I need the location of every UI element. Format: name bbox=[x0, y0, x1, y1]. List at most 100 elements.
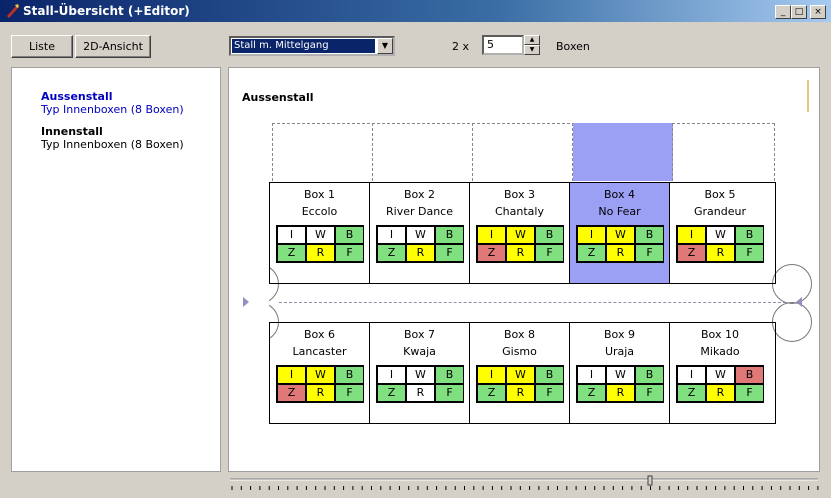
status-cell[interactable]: I bbox=[377, 366, 406, 384]
empty-slot[interactable] bbox=[473, 123, 573, 181]
status-cell[interactable]: I bbox=[677, 366, 706, 384]
status-cell[interactable]: W bbox=[406, 226, 435, 244]
status-cell[interactable]: Z bbox=[477, 384, 506, 402]
stall-box[interactable]: Box 5 Grandeur I W B Z R F bbox=[670, 183, 770, 283]
status-cell[interactable]: R bbox=[506, 384, 535, 402]
status-cell[interactable]: Z bbox=[277, 384, 306, 402]
empty-slot-selected[interactable] bbox=[573, 123, 673, 181]
status-cell[interactable]: W bbox=[306, 366, 335, 384]
status-cell[interactable]: F bbox=[535, 384, 564, 402]
status-cell[interactable]: W bbox=[406, 366, 435, 384]
horizontal-slider[interactable] bbox=[228, 474, 820, 494]
entrance-arrow-icon bbox=[796, 297, 802, 307]
status-cell[interactable]: F bbox=[435, 244, 464, 262]
status-cell[interactable]: R bbox=[606, 244, 635, 262]
tree-item-aussenstall[interactable]: Aussenstall Typ Innenboxen (8 Boxen) bbox=[41, 90, 184, 116]
status-cell[interactable]: I bbox=[677, 226, 706, 244]
stall-type-select[interactable]: Stall m. Mittelgang ▼ bbox=[229, 36, 395, 56]
status-cell[interactable]: W bbox=[706, 226, 735, 244]
spin-down-icon[interactable]: ▼ bbox=[524, 45, 540, 55]
status-cell[interactable]: I bbox=[277, 226, 306, 244]
status-cell[interactable]: W bbox=[606, 226, 635, 244]
status-cell[interactable]: B bbox=[535, 226, 564, 244]
status-cell[interactable]: F bbox=[335, 244, 364, 262]
status-cell[interactable]: R bbox=[406, 244, 435, 262]
status-cell[interactable]: Z bbox=[677, 244, 706, 262]
box-number: Box 10 bbox=[701, 328, 739, 341]
tree-item-innenstall[interactable]: Innenstall Typ Innenboxen (8 Boxen) bbox=[41, 125, 184, 151]
status-cell[interactable]: R bbox=[706, 244, 735, 262]
status-cell[interactable]: F bbox=[435, 384, 464, 402]
status-cell[interactable]: W bbox=[506, 226, 535, 244]
status-cell[interactable]: Z bbox=[377, 384, 406, 402]
status-cell[interactable]: F bbox=[535, 244, 564, 262]
status-cell[interactable]: R bbox=[606, 384, 635, 402]
horse-name: No Fear bbox=[598, 205, 641, 218]
status-cell[interactable]: R bbox=[406, 384, 435, 402]
stall-box[interactable]: Box 1 Eccolo I W B Z R F bbox=[270, 183, 370, 283]
status-cell[interactable]: F bbox=[735, 244, 764, 262]
spin-up-icon[interactable]: ▲ bbox=[524, 35, 540, 45]
status-cell[interactable]: B bbox=[335, 226, 364, 244]
status-cell[interactable]: Z bbox=[277, 244, 306, 262]
stall-box[interactable]: Box 2 River Dance I W B Z R F bbox=[370, 183, 470, 283]
status-cell[interactable]: W bbox=[306, 226, 335, 244]
status-cell[interactable]: W bbox=[706, 366, 735, 384]
status-cell[interactable]: I bbox=[577, 366, 606, 384]
status-cell[interactable]: I bbox=[377, 226, 406, 244]
box-count-input[interactable]: 5 bbox=[482, 35, 524, 55]
horse-name: Mikado bbox=[700, 345, 740, 358]
stall-view-panel: Aussenstall Box 1 Eccolo I W B Z R F Box 2 River … bbox=[228, 67, 820, 472]
status-grid: IWB ZRF bbox=[576, 365, 664, 403]
slider-thumb[interactable] bbox=[647, 475, 653, 486]
empty-slot[interactable] bbox=[673, 123, 775, 181]
status-cell[interactable]: Z bbox=[577, 384, 606, 402]
status-cell[interactable]: F bbox=[735, 384, 764, 402]
stall-box[interactable]: Box 6 Lancaster I W B Z R F bbox=[270, 323, 370, 423]
status-cell[interactable]: B bbox=[435, 366, 464, 384]
maximize-button[interactable]: □ bbox=[791, 5, 807, 19]
horse-name: Uraja bbox=[604, 345, 635, 358]
liste-button[interactable]: Liste bbox=[11, 35, 73, 58]
status-cell[interactable]: I bbox=[477, 366, 506, 384]
status-cell[interactable]: F bbox=[635, 384, 664, 402]
chevron-down-icon[interactable]: ▼ bbox=[377, 38, 393, 54]
status-cell[interactable]: Z bbox=[577, 244, 606, 262]
stall-box[interactable]: Box 7 Kwaja I W B Z R F bbox=[370, 323, 470, 423]
status-cell[interactable]: R bbox=[306, 384, 335, 402]
status-cell[interactable]: I bbox=[277, 366, 306, 384]
status-cell[interactable]: B bbox=[335, 366, 364, 384]
status-cell[interactable]: B bbox=[635, 366, 664, 384]
status-cell[interactable]: R bbox=[706, 384, 735, 402]
stall-box[interactable]: Box 10 Mikado I W B Z R F bbox=[670, 323, 770, 423]
door-line bbox=[602, 322, 640, 323]
status-cell[interactable]: Z bbox=[377, 244, 406, 262]
status-cell[interactable]: I bbox=[477, 226, 506, 244]
status-cell[interactable]: F bbox=[335, 384, 364, 402]
empty-slot[interactable] bbox=[272, 123, 373, 181]
stall-box[interactable]: Box 8 Gismo I W B Z R F bbox=[470, 323, 570, 423]
stall-box[interactable]: Box 3 Chantaly I W B Z R F bbox=[470, 183, 570, 283]
status-cell[interactable]: B bbox=[735, 226, 764, 244]
status-cell[interactable]: B bbox=[635, 226, 664, 244]
status-cell[interactable]: Z bbox=[477, 244, 506, 262]
status-cell[interactable]: B bbox=[735, 366, 764, 384]
close-button[interactable]: × bbox=[810, 5, 826, 19]
stall-box[interactable]: Box 9 Uraja I W B Z R F bbox=[570, 323, 670, 423]
status-cell[interactable]: W bbox=[606, 366, 635, 384]
status-cell[interactable]: B bbox=[435, 226, 464, 244]
minimize-button[interactable]: _ bbox=[775, 5, 791, 19]
horse-name: Eccolo bbox=[301, 205, 338, 218]
status-cell[interactable]: R bbox=[506, 244, 535, 262]
status-cell[interactable]: W bbox=[506, 366, 535, 384]
status-cell[interactable]: I bbox=[577, 226, 606, 244]
status-cell[interactable]: Z bbox=[677, 384, 706, 402]
2d-view-button[interactable]: 2D-Ansicht bbox=[75, 35, 151, 58]
empty-slot[interactable] bbox=[373, 123, 473, 181]
status-cell[interactable]: B bbox=[535, 366, 564, 384]
box-count-stepper[interactable]: ▲ ▼ bbox=[524, 35, 540, 55]
stall-box[interactable]: Box 4 No Fear I W B Z R F bbox=[570, 183, 670, 283]
status-cell[interactable]: F bbox=[635, 244, 664, 262]
status-cell[interactable]: R bbox=[306, 244, 335, 262]
window-title: Stall-Übersicht (+Editor) bbox=[23, 4, 190, 18]
